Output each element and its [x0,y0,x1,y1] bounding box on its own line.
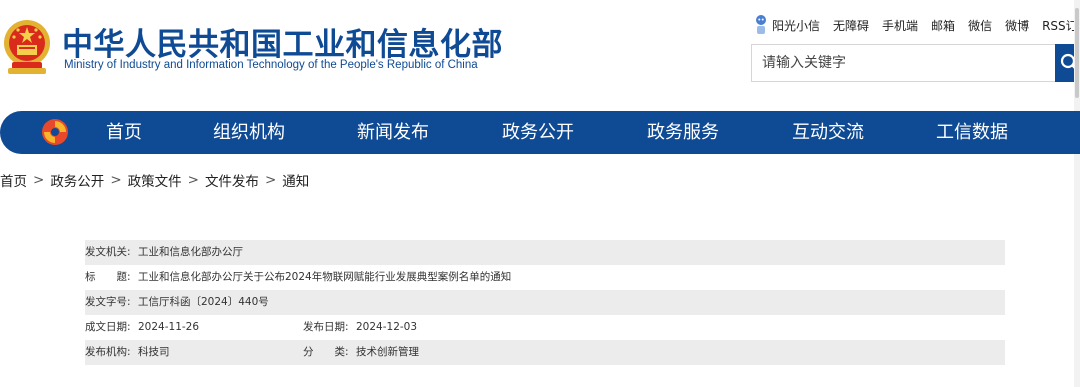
docno-label: 发文字号: [85,296,131,308]
issuer-label: 发文机关: [85,246,131,258]
info-row-issuer: 发文机关: 工业和信息化部办公厅 [85,240,1005,265]
docno-value: 工信厅科函〔2024〕440号 [138,296,269,308]
top-links: 阳光小信 无障碍 手机端 邮箱 微信 微博 RSS订 [754,14,1080,36]
nav-news[interactable]: 新闻发布 [357,111,429,154]
toplink-weibo[interactable]: 微博 [1005,17,1029,34]
nav-data[interactable]: 工信数据 [936,111,1008,154]
category-label: 分 类: [303,346,349,358]
toplink-mail[interactable]: 邮箱 [931,17,955,34]
info-row-org-category: 发布机构: 科技司 分 类: 技术创新管理 [85,340,1005,365]
breadcrumb: 首页 > 政务公开 > 政策文件 > 文件发布 > 通知 [0,170,309,190]
nav-organization[interactable]: 组织机构 [213,111,285,154]
nav-home[interactable]: 首页 [106,111,142,154]
breadcrumb-home[interactable]: 首页 [0,170,27,190]
info-row-dates: 成文日期: 2024-11-26 发布日期: 2024-12-03 [85,315,1005,340]
breadcrumb-policy-documents[interactable]: 政策文件 [128,170,182,190]
title-label: 标 题: [85,271,131,283]
breadcrumb-document-release[interactable]: 文件发布 [205,170,259,190]
info-row-title: 标 题: 工业和信息化部办公厅关于公布2024年物联网赋能行业发展典型案例名单的… [85,265,1005,290]
org-label: 发布机构: [85,346,131,358]
scrollbar-thumb[interactable] [1075,8,1079,98]
toplink-wechat[interactable]: 微信 [968,17,992,34]
toplink-accessibility[interactable]: 无障碍 [833,17,869,34]
breadcrumb-separator: > [187,172,199,188]
ministry-logo-icon [42,119,68,145]
nav-government-affairs[interactable]: 政务公开 [502,111,574,154]
published-date-label: 发布日期: [303,321,349,333]
issuer-value: 工业和信息化部办公厅 [138,246,243,258]
toplink-sunshine-xiaoxin[interactable]: 阳光小信 [772,17,820,34]
toplink-mobile[interactable]: 手机端 [882,17,918,34]
breadcrumb-government-affairs[interactable]: 政务公开 [50,170,104,190]
nav-government-services[interactable]: 政务服务 [647,111,719,154]
search-box [751,44,1056,82]
toplink-rss[interactable]: RSS订 [1042,17,1078,34]
category-value: 技术创新管理 [356,346,419,358]
title-value: 工业和信息化部办公厅关于公布2024年物联网赋能行业发展典型案例名单的通知 [138,271,512,283]
nav-interaction[interactable]: 互动交流 [792,111,864,154]
created-date-label: 成文日期: [85,321,131,333]
main-nav: 首页 组织机构 新闻发布 政务公开 政务服务 互动交流 工信数据 [0,111,1080,154]
site-header: 中华人民共和国工业和信息化部 Ministry of Industry and … [0,0,1080,105]
breadcrumb-separator: > [33,172,45,188]
site-title-english: Ministry of Industry and Information Tec… [64,59,478,71]
search-input[interactable] [752,45,1042,81]
org-value: 科技司 [138,346,170,358]
created-date-value: 2024-11-26 [138,321,200,333]
info-row-docno: 发文字号: 工信厅科函〔2024〕440号 [85,290,1005,315]
breadcrumb-separator: > [110,172,122,188]
national-emblem-icon [4,20,50,74]
published-date-value: 2024-12-03 [356,321,418,333]
site-title: 中华人民共和国工业和信息化部 [62,27,503,63]
document-info-table: 发文机关: 工业和信息化部办公厅 标 题: 工业和信息化部办公厅关于公布2024… [85,240,1005,365]
robot-assistant-icon[interactable] [754,14,768,36]
breadcrumb-separator: > [264,172,277,188]
breadcrumb-notice[interactable]: 通知 [282,170,309,190]
